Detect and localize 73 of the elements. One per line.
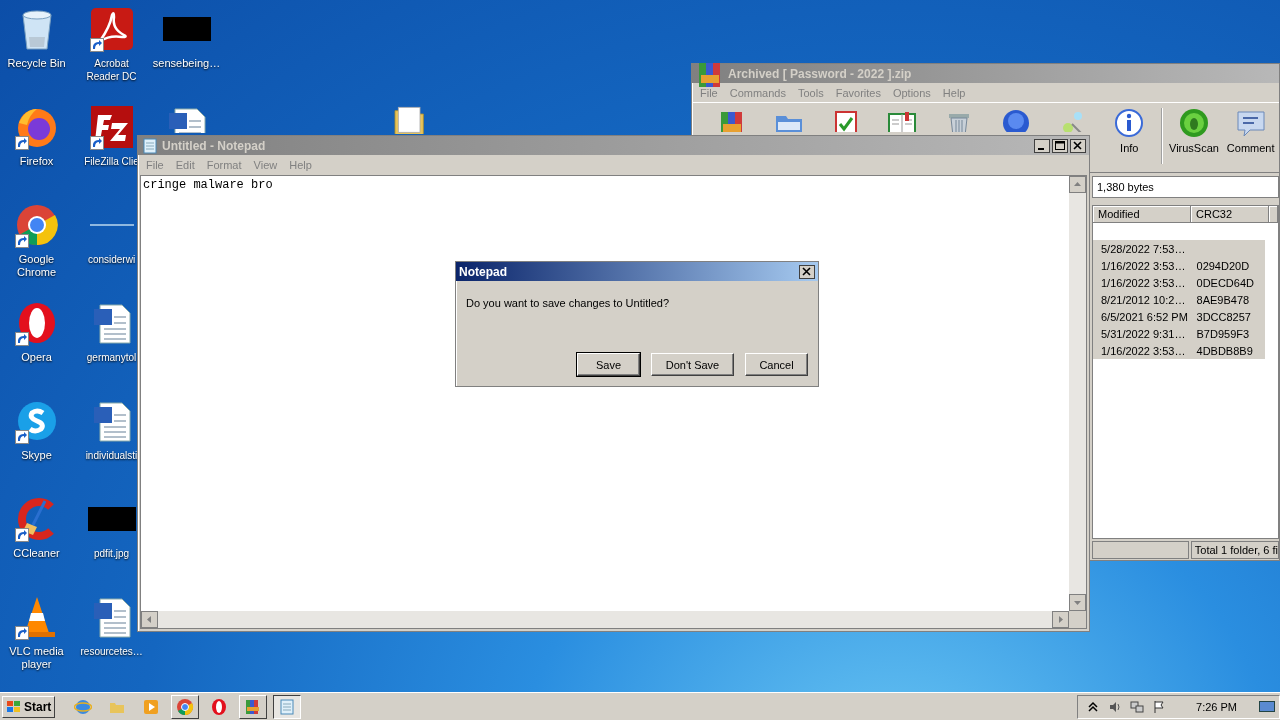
icon-label[interactable]: Google Chrome — [0, 253, 73, 279]
column-header[interactable]: Modified — [1093, 206, 1191, 223]
pdf-icon[interactable] — [89, 7, 134, 51]
file-row[interactable]: 1/16/2022 3:53… 0294D20D — [1093, 257, 1265, 274]
window-title: Archived [ Password - 2022 ].zip — [728, 66, 913, 81]
scroll-up-icon[interactable] — [1069, 176, 1086, 193]
table-cell-text: 8/21/2012 10:2… — [1100, 293, 1187, 306]
table-cell-text: 1/16/2022 3:53… — [1100, 344, 1187, 357]
vertical-scrollbar[interactable] — [1069, 176, 1086, 611]
table-cell-text: 4DBDB8B9 — [1195, 344, 1254, 357]
dialog-button[interactable]: Save — [577, 353, 640, 376]
icon-label[interactable]: resourcetes… — [80, 645, 143, 658]
comment-icon — [1235, 108, 1266, 138]
toolbar-button[interactable]: VirusScan — [1165, 106, 1223, 156]
table-cell-text: 6/5/2021 6:52 PM — [1100, 310, 1189, 323]
icon-label[interactable]: CCleaner — [13, 547, 60, 560]
icon-label[interactable]: Skype — [21, 449, 52, 462]
address-field[interactable]: 1,380 bytes — [1092, 176, 1279, 198]
file-row[interactable]: 5/28/2022 7:53… — [1093, 240, 1265, 257]
dialog-title: Notepad — [459, 264, 508, 279]
icon-label[interactable]: pdfit.jpg — [94, 547, 129, 560]
column-header[interactable] — [1269, 206, 1278, 223]
network-icon[interactable] — [1130, 700, 1145, 714]
close-icon[interactable] — [799, 264, 815, 279]
icon-label[interactable]: Acrobat Reader DC — [80, 57, 143, 83]
toolbar-button[interactable]: Info — [1100, 106, 1158, 156]
show-desktop-icon[interactable] — [1259, 700, 1275, 714]
table-cell-text: 8AE9B478 — [1195, 293, 1251, 306]
info-icon — [1114, 108, 1145, 138]
icon-label[interactable]: Opera — [21, 351, 52, 364]
table-cell-text: 1/16/2022 3:53… — [1100, 276, 1187, 289]
file-row[interactable]: 6/5/2021 6:52 PM 3DCC8257 — [1093, 308, 1265, 325]
browser-icon[interactable] — [14, 203, 59, 247]
table-cell-text: 1/16/2022 3:53… — [1100, 259, 1187, 272]
table-cell-text: B7D959F3 — [1195, 327, 1251, 340]
globe-icon — [1000, 108, 1031, 132]
icon-label[interactable]: Recycle Bin — [7, 57, 66, 70]
icon-label[interactable]: Firefox — [19, 155, 54, 168]
status-text: Total 1 folder, 6 fi — [1190, 541, 1279, 559]
column-header[interactable]: CRC32 — [1191, 206, 1269, 223]
dialog-button[interactable]: Don't Save — [651, 353, 734, 376]
file-row[interactable]: 1/16/2022 3:53… 0DECD64D — [1093, 274, 1265, 291]
flag-icon[interactable] — [1152, 700, 1167, 714]
start-button[interactable]: Start — [2, 696, 56, 718]
table-cell-text: 3DCC8257 — [1195, 310, 1252, 323]
icon-label[interactable]: sensebeing… — [152, 57, 221, 70]
window-title: Untitled - Notepad — [162, 138, 267, 153]
table-cell-text: 5/31/2022 9:31… — [1100, 327, 1187, 340]
dialog-message: Do you want to save changes to Untitled? — [466, 297, 669, 309]
icon-label[interactable]: individualsti — [85, 449, 138, 462]
taskbar-button[interactable] — [273, 695, 302, 719]
file-row[interactable]: 8/21/2012 10:2… 8AE9B478 — [1093, 291, 1265, 308]
table-cell-text: 0DECD64D — [1195, 276, 1255, 289]
table-cell-text: 5/28/2022 7:53… — [1100, 242, 1187, 255]
browser-icon[interactable] — [210, 698, 229, 716]
bug-icon — [1178, 108, 1209, 138]
icon-label[interactable]: FileZilla Clie — [84, 155, 139, 168]
icon-label[interactable]: VLC media player — [0, 645, 73, 671]
app-icon[interactable] — [89, 105, 134, 149]
speaker-icon[interactable] — [1108, 700, 1123, 714]
dialog-button[interactable]: Cancel — [745, 353, 808, 376]
windows-logo-icon — [6, 700, 22, 714]
table-cell-text: 0294D20D — [1195, 259, 1251, 272]
toolbar-button[interactable]: Comment — [1222, 106, 1280, 156]
horizontal-scrollbar[interactable] — [141, 611, 1069, 628]
file-row[interactable]: 1/16/2022 3:53… 4DBDB8B9 — [1093, 342, 1265, 359]
file-row[interactable]: 5/31/2022 9:31… B7D959F3 — [1093, 325, 1265, 342]
scroll-down-icon[interactable] — [1069, 594, 1086, 611]
icon-label[interactable]: considerwi — [87, 253, 136, 266]
clock-text[interactable]: 7:26 PM — [1196, 701, 1237, 713]
scroll-right-icon[interactable] — [1052, 611, 1069, 628]
icon-label[interactable]: germanytol — [86, 351, 137, 364]
scroll-left-icon[interactable] — [141, 611, 158, 628]
